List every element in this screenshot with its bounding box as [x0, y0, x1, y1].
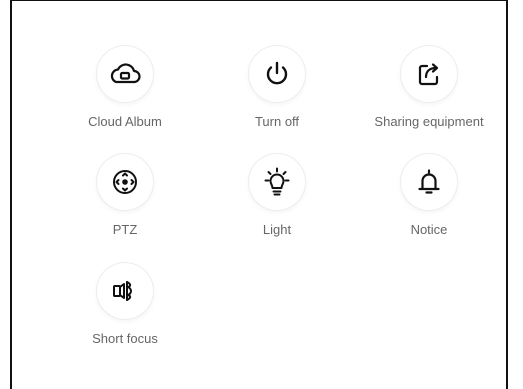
ptz-label: PTZ: [112, 222, 138, 237]
power-icon: [266, 61, 288, 85]
light-bulb-icon: [264, 167, 290, 196]
short-focus-icon-circle: [97, 263, 153, 319]
cloud-album-icon: [110, 63, 141, 84]
notice-label: Notice: [410, 222, 448, 237]
sharing-equipment-label: Sharing equipment: [374, 114, 484, 129]
light-label: Light: [262, 222, 292, 237]
notice-button[interactable]: Notice: [354, 154, 504, 254]
ptz-button[interactable]: PTZ: [50, 154, 200, 254]
short-focus-button[interactable]: Short focus: [50, 263, 200, 363]
cloud-album-button[interactable]: Cloud Album: [50, 46, 200, 146]
bell-icon: [418, 169, 440, 194]
share-icon-circle: [401, 46, 457, 102]
ptz-icon-circle: [97, 154, 153, 210]
short-focus-label: Short focus: [92, 331, 158, 346]
power-icon-circle: [249, 46, 305, 102]
share-icon: [418, 63, 439, 86]
notice-icon-circle: [401, 154, 457, 210]
turn-off-label: Turn off: [254, 114, 300, 129]
short-focus-icon: [113, 281, 132, 301]
device-actions-panel: Cloud Album Turn off Sharing equipment P…: [10, 0, 508, 389]
cloud-album-icon-circle: [97, 46, 153, 102]
light-button[interactable]: Light: [202, 154, 352, 254]
cloud-album-label: Cloud Album: [88, 114, 162, 129]
light-icon-circle: [249, 154, 305, 210]
ptz-joystick-icon: [113, 170, 137, 194]
sharing-equipment-button[interactable]: Sharing equipment: [354, 46, 504, 146]
turn-off-button[interactable]: Turn off: [202, 46, 352, 146]
